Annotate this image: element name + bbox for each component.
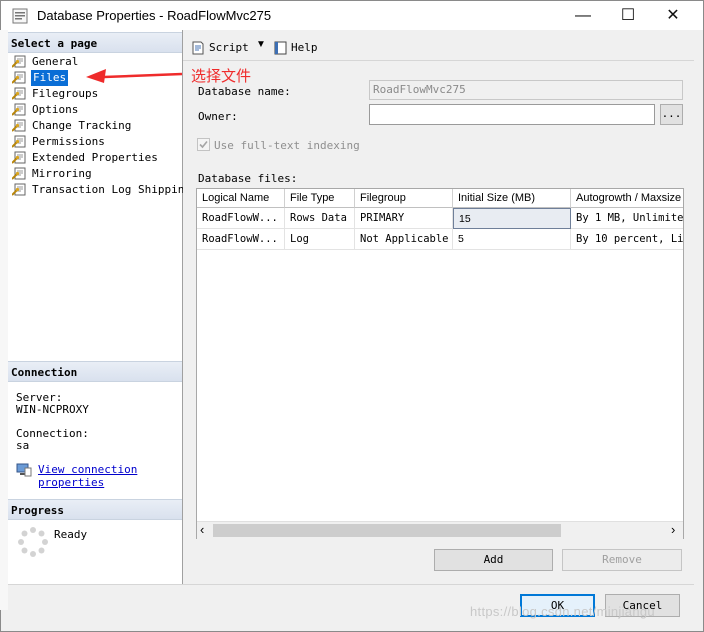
view-connection-line1: View connection bbox=[38, 463, 138, 476]
page-item-transaction-log-shipping[interactable]: Transaction Log Shipping bbox=[12, 182, 191, 198]
database-app-icon bbox=[12, 8, 28, 24]
script-label: Script bbox=[209, 41, 249, 54]
page-item-permissions[interactable]: Permissions bbox=[12, 134, 180, 150]
page-item-label: Extended Properties bbox=[32, 151, 158, 164]
connection-properties-icon bbox=[16, 463, 32, 477]
help-button[interactable]: Help bbox=[273, 39, 323, 57]
annotation-text: 选择文件 bbox=[191, 67, 252, 85]
page-wrench-icon bbox=[12, 183, 26, 196]
page-wrench-icon bbox=[12, 119, 26, 132]
table-row-2-autogrowth[interactable]: By 10 percent, Limited bbox=[571, 229, 683, 250]
select-page-header: Select a page bbox=[8, 32, 182, 53]
column-header-logical-name[interactable]: Logical Name bbox=[197, 189, 285, 208]
horizontal-scrollbar[interactable]: ‹ › bbox=[197, 521, 683, 539]
help-book-icon bbox=[274, 41, 287, 55]
maximize-button[interactable]: ☐ bbox=[606, 2, 650, 30]
page-item-label: Permissions bbox=[32, 135, 105, 148]
owner-browse-button[interactable]: ... bbox=[660, 104, 683, 125]
table-row-2-file-type[interactable]: Log bbox=[285, 229, 355, 250]
scrollbar-thumb[interactable] bbox=[213, 524, 561, 537]
fulltext-label: Use full-text indexing bbox=[214, 139, 360, 152]
page-wrench-icon bbox=[12, 135, 26, 148]
page-wrench-icon bbox=[12, 71, 26, 84]
add-button[interactable]: Add bbox=[434, 549, 553, 571]
script-button[interactable]: Script ▼ bbox=[190, 39, 270, 57]
progress-status: Ready bbox=[54, 528, 88, 541]
script-icon bbox=[192, 41, 204, 55]
checkmark-icon bbox=[199, 140, 208, 149]
column-header-file-type[interactable]: File Type bbox=[285, 189, 355, 208]
table-row-2-initial-size[interactable]: 5 bbox=[453, 229, 571, 250]
database-files-grid[interactable]: Logical Name File Type Filegroup Initial… bbox=[196, 188, 684, 539]
table-row-2-filegroup[interactable]: Not Applicable bbox=[355, 229, 453, 250]
connection-value: sa bbox=[16, 439, 30, 452]
connection-header: Connection bbox=[8, 361, 182, 382]
page-item-filegroups[interactable]: Filegroups bbox=[12, 86, 180, 102]
page-item-label: Change Tracking bbox=[32, 119, 132, 132]
page-item-label: Transaction Log Shipping bbox=[32, 183, 191, 196]
database-name-field: RoadFlowMvc275 bbox=[369, 80, 683, 100]
title-bar: Database Properties - RoadFlowMvc275 — ☐… bbox=[1, 1, 703, 30]
watermark-text: https://blog.csdn.net/minjiangu bbox=[470, 604, 655, 619]
column-header-filegroup[interactable]: Filegroup bbox=[355, 189, 453, 208]
page-wrench-icon bbox=[12, 151, 26, 164]
table-row-2-logical-name[interactable]: RoadFlowW... bbox=[197, 229, 285, 250]
scroll-left-icon[interactable]: ‹ bbox=[200, 522, 204, 538]
column-header-autogrowth[interactable]: Autogrowth / Maxsize bbox=[571, 189, 683, 208]
minimize-button[interactable]: — bbox=[561, 2, 605, 30]
help-label: Help bbox=[291, 41, 318, 54]
page-item-label: Files bbox=[31, 70, 69, 86]
view-connection-line2: properties bbox=[38, 476, 105, 489]
toolbar-divider bbox=[183, 60, 694, 61]
annotation-arrow-icon bbox=[86, 69, 183, 83]
table-row-1-logical-name[interactable]: RoadFlowW... bbox=[197, 208, 285, 229]
view-connection-properties-link[interactable]: View connection properties bbox=[38, 463, 137, 489]
close-button[interactable]: ✕ bbox=[651, 2, 695, 30]
scroll-right-icon[interactable]: › bbox=[671, 522, 675, 538]
page-wrench-icon bbox=[12, 87, 26, 100]
page-item-mirroring[interactable]: Mirroring bbox=[12, 166, 180, 182]
database-name-label: Database name: bbox=[198, 85, 291, 98]
page-item-label: Mirroring bbox=[32, 167, 92, 180]
database-files-label: Database files: bbox=[198, 172, 298, 185]
page-wrench-icon bbox=[12, 55, 26, 68]
table-row-1-autogrowth[interactable]: By 1 MB, Unlimited bbox=[571, 208, 683, 229]
table-row-1-filegroup[interactable]: PRIMARY bbox=[355, 208, 453, 229]
page-item-extended-properties[interactable]: Extended Properties bbox=[12, 150, 180, 166]
column-header-initial-size[interactable]: Initial Size (MB) bbox=[453, 189, 571, 208]
fulltext-checkbox[interactable] bbox=[197, 138, 210, 151]
left-pane: Select a page General Files Filegroups Opti… bbox=[8, 30, 191, 584]
page-item-label: Options bbox=[32, 103, 79, 116]
page-wrench-icon bbox=[12, 103, 26, 116]
page-item-change-tracking[interactable]: Change Tracking bbox=[12, 118, 180, 134]
owner-label: Owner: bbox=[198, 110, 238, 123]
page-item-options[interactable]: Options bbox=[12, 102, 180, 118]
chevron-down-icon[interactable]: ▼ bbox=[256, 39, 266, 50]
page-item-label: General bbox=[32, 55, 79, 68]
remove-button[interactable]: Remove bbox=[562, 549, 682, 571]
page-wrench-icon bbox=[12, 167, 26, 180]
window-title: Database Properties - RoadFlowMvc275 bbox=[37, 8, 272, 23]
table-row-1-initial-size[interactable]: 15 bbox=[453, 208, 571, 229]
page-item-label: Filegroups bbox=[32, 87, 99, 100]
progress-spinner-icon bbox=[18, 527, 48, 557]
server-value: WIN-NCPROXY bbox=[16, 403, 89, 416]
progress-header: Progress bbox=[8, 499, 182, 520]
owner-field[interactable] bbox=[369, 104, 655, 125]
table-row-1-file-type[interactable]: Rows Data bbox=[285, 208, 355, 229]
